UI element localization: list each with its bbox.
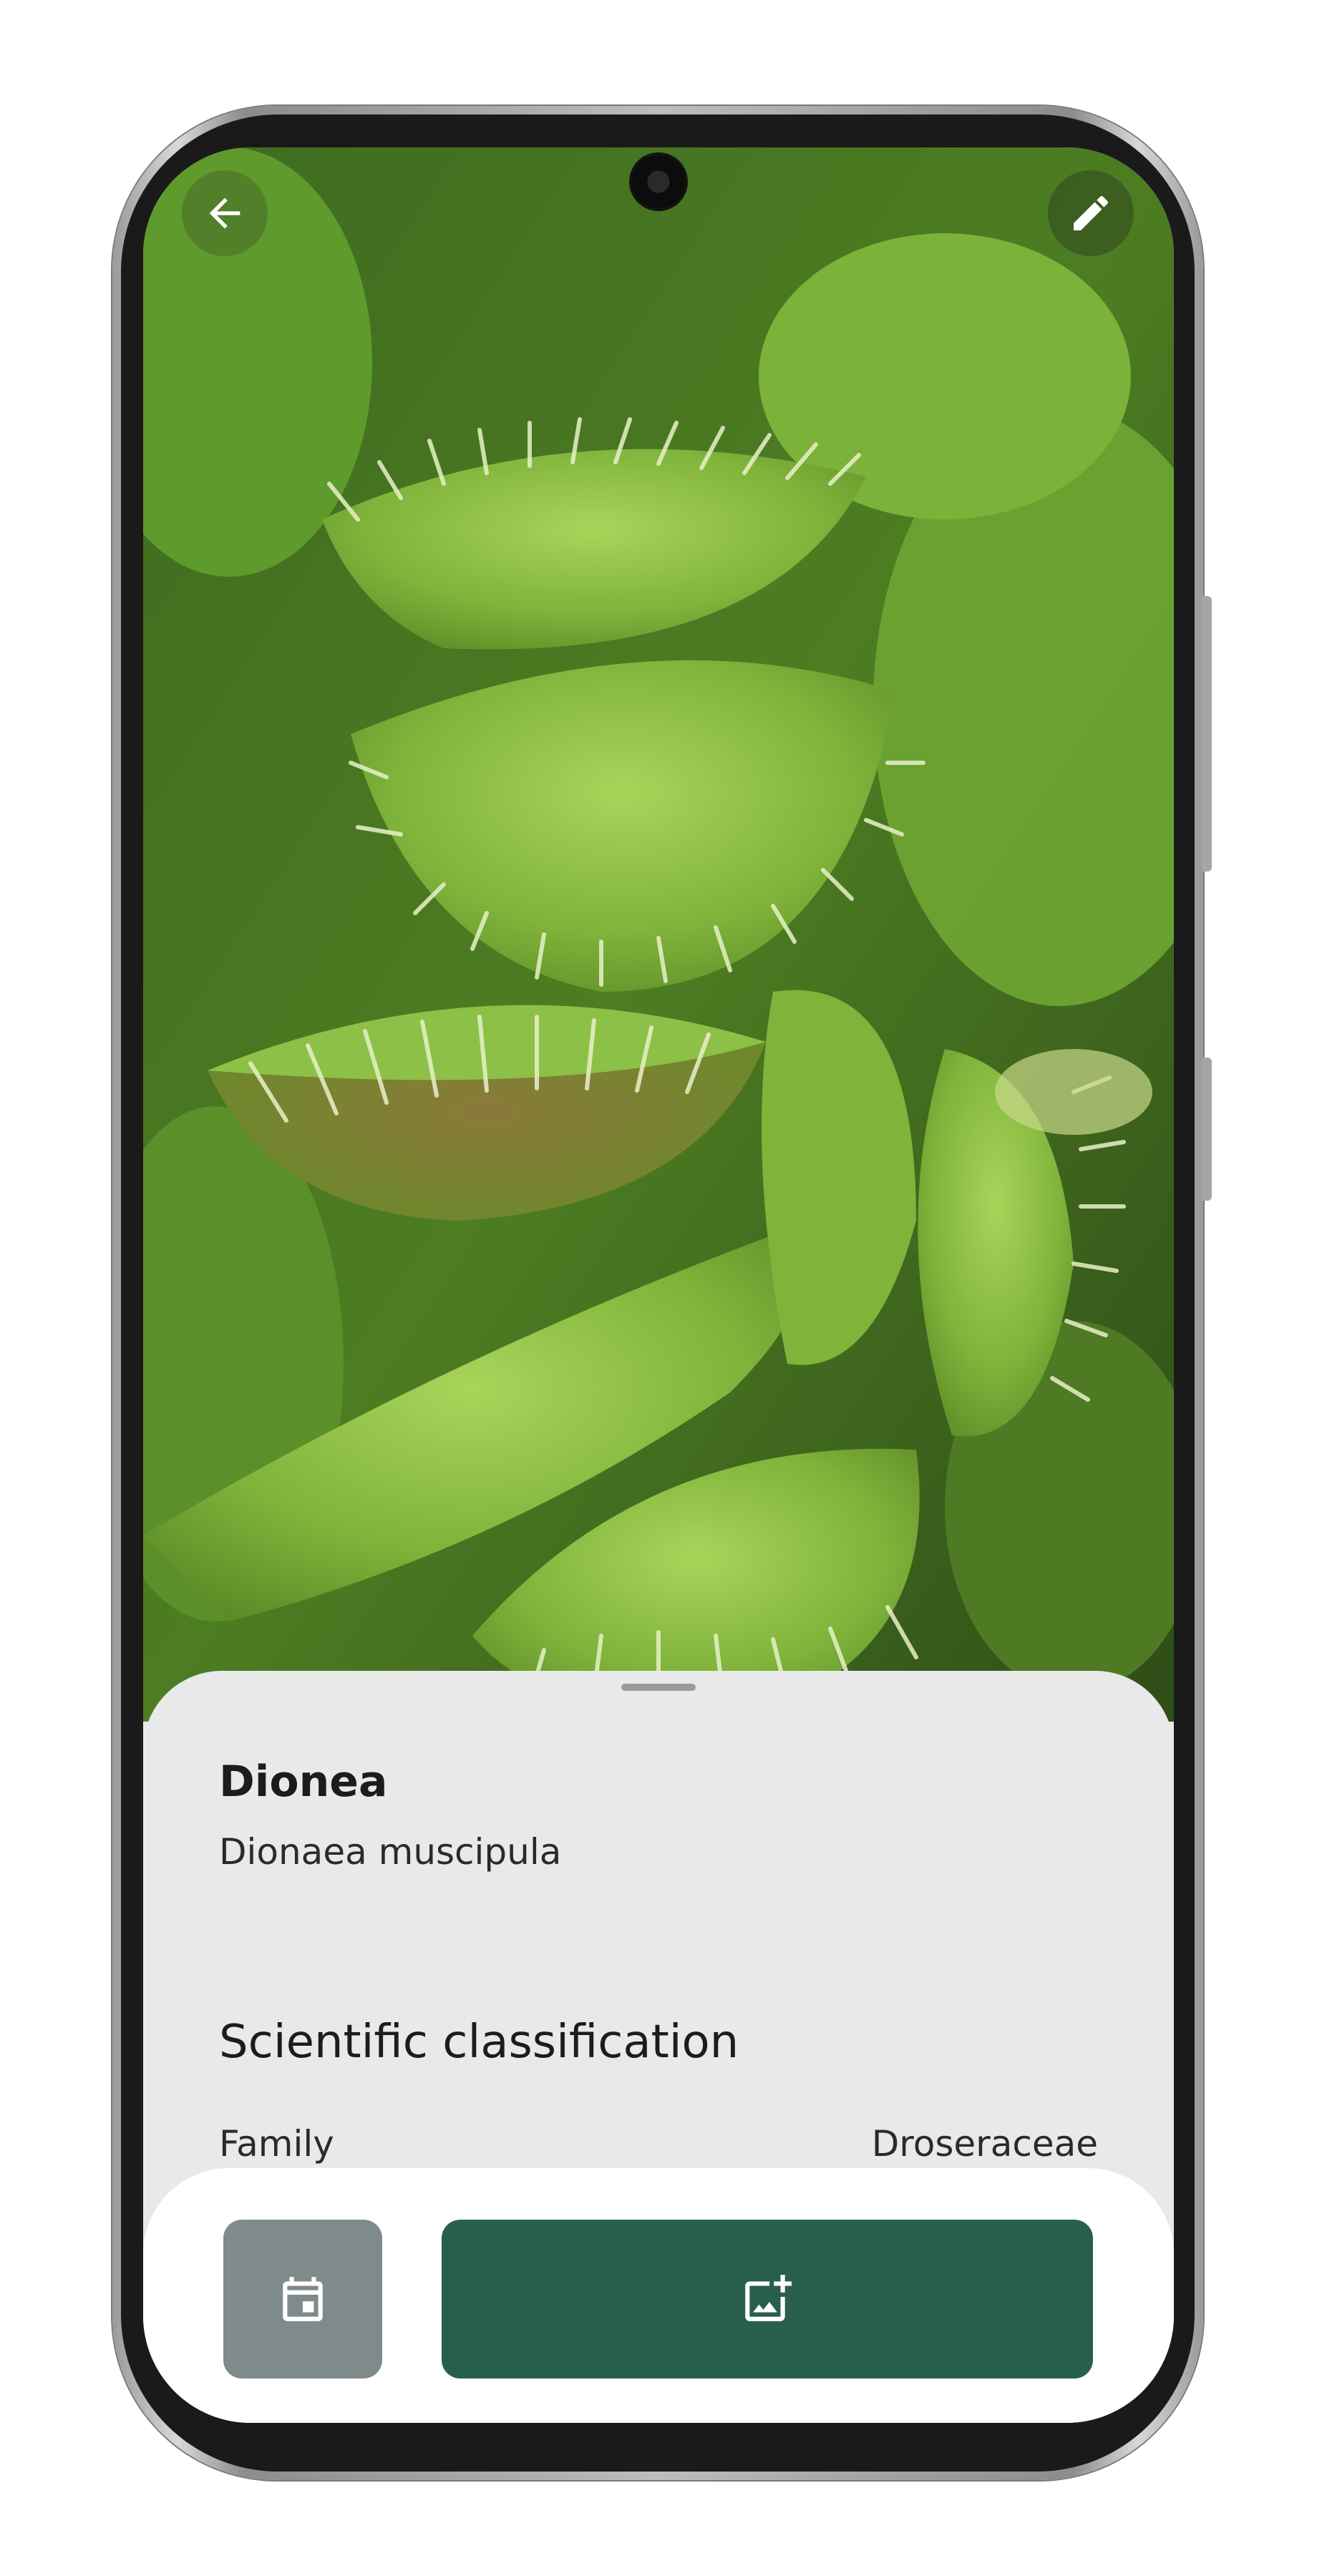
plant-common-name: Dionea (219, 1757, 388, 1807)
plant-scientific-name: Dionaea muscipula (219, 1831, 562, 1873)
classification-family-value: Droseraceae (871, 2123, 1098, 2165)
edit-button[interactable] (1048, 170, 1134, 256)
bottom-action-bar (143, 2168, 1174, 2423)
back-button[interactable] (182, 170, 268, 256)
arrow-back-icon (209, 197, 240, 229)
calendar-icon (283, 2277, 323, 2321)
calendar-button[interactable] (223, 2220, 382, 2379)
front-camera (631, 155, 686, 209)
classification-family-label: Family (219, 2123, 334, 2165)
power-button (1202, 1058, 1212, 1201)
add-photo-button[interactable] (442, 2220, 1093, 2379)
drag-handle[interactable] (621, 1684, 696, 1691)
plant-photo-image (143, 147, 1174, 1722)
classification-title: Scientific classification (219, 2016, 739, 2069)
volume-button (1202, 596, 1212, 872)
add-photo-icon (745, 2275, 792, 2321)
plant-photo (143, 147, 1174, 1722)
pencil-icon (1074, 195, 1109, 230)
